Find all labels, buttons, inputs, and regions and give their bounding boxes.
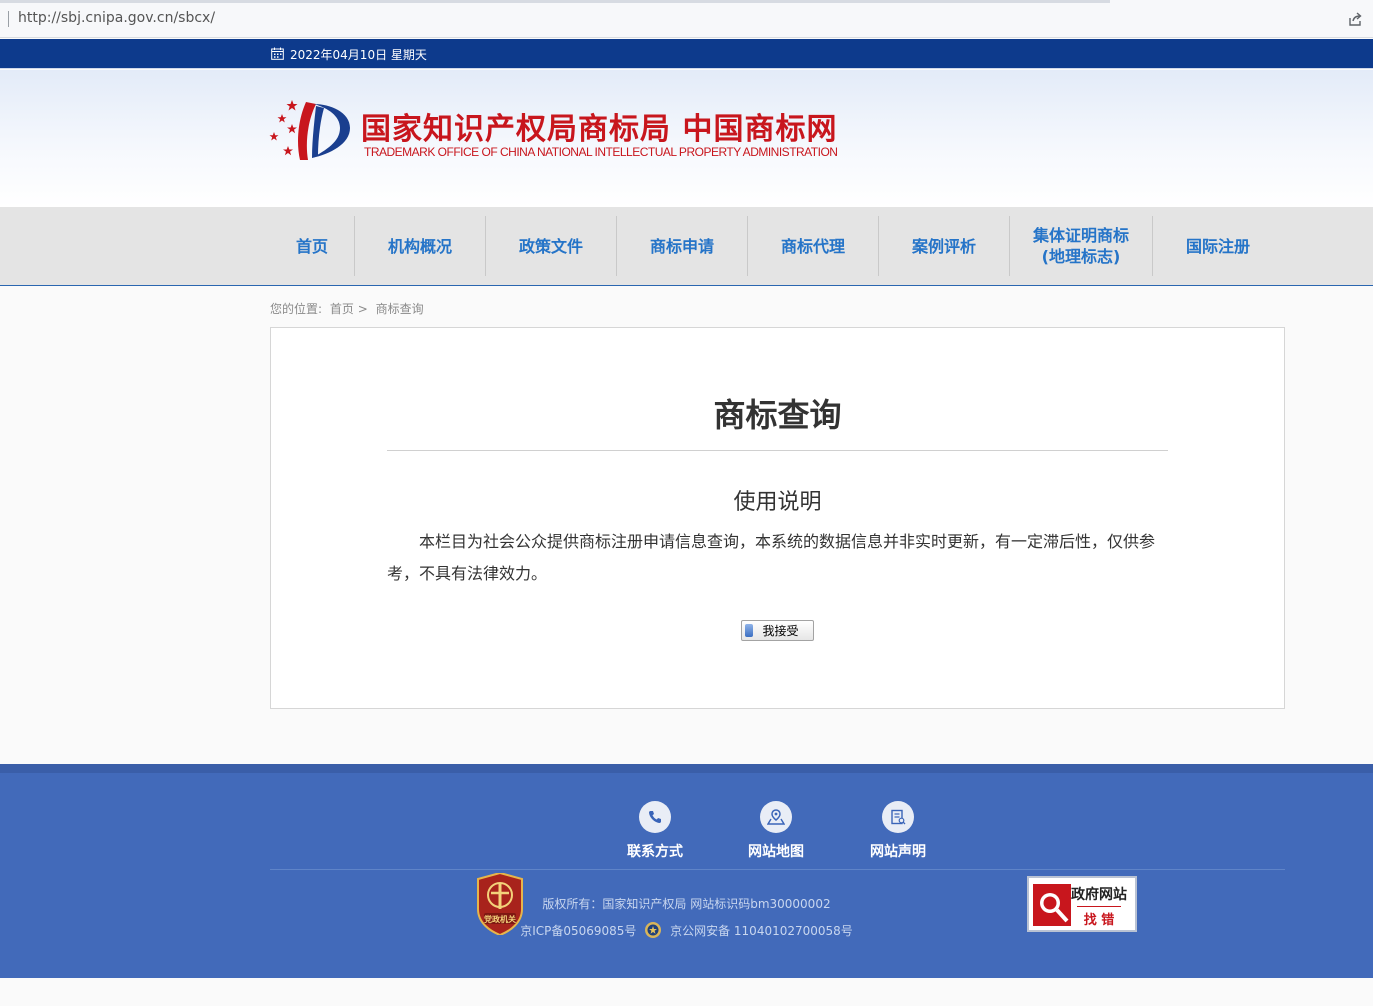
nav-label: 集体证明商标 (地理标志) — [1032, 226, 1129, 266]
nav-item-agency[interactable]: 商标代理 — [748, 216, 878, 276]
page-bottom-margin — [0, 978, 1373, 1006]
map-pin-icon — [760, 801, 792, 833]
nav-item-international[interactable]: 国际注册 — [1153, 216, 1283, 276]
nav-label: 首页 — [295, 236, 328, 256]
site-title-en: TRADEMARK OFFICE OF CHINA NATIONAL INTEL… — [364, 145, 838, 159]
nav-item-organization[interactable]: 机构概况 — [355, 216, 485, 276]
police-emblem-icon — [645, 922, 662, 938]
top-date-bar: 2022年04月10日 星期天 — [0, 39, 1373, 69]
title-divider — [387, 450, 1168, 451]
nav-label: 机构概况 — [387, 236, 452, 256]
address-divider — [8, 11, 9, 27]
nav-item-application[interactable]: 商标申请 — [617, 216, 747, 276]
footer-divider — [270, 869, 1285, 870]
police-record-link[interactable]: 京公网安备 11040102700058号 — [670, 924, 853, 938]
nav-label: 政策文件 — [518, 236, 583, 256]
footer-link-statement[interactable]: 网站声明 — [848, 801, 948, 861]
accept-button-label: 我接受 — [762, 624, 799, 638]
current-date: 2022年04月10日 星期天 — [290, 48, 427, 62]
nav-item-home[interactable]: 首页 — [270, 216, 354, 276]
nav-label: 商标申请 — [649, 236, 714, 256]
gov-website-error-report-badge[interactable]: 政府网站 找 错 — [1027, 876, 1137, 932]
icp-link[interactable]: 京ICP备05069085号 — [520, 924, 636, 938]
phone-icon — [639, 801, 671, 833]
browser-address-bar: http://sbj.cnipa.gov.cn/sbcx/ — [0, 0, 1373, 38]
address-url[interactable]: http://sbj.cnipa.gov.cn/sbcx/ — [18, 10, 215, 26]
nav-item-collective-marks[interactable]: 集体证明商标 (地理标志) — [1010, 216, 1152, 276]
footer-link-sitemap[interactable]: 网站地图 — [726, 801, 826, 861]
share-icon[interactable] — [1347, 11, 1363, 27]
magnifier-icon — [1033, 884, 1071, 926]
site-header: 国家知识产权局商标局 中国商标网 TRADEMARK OFFICE OF CHI… — [0, 70, 1373, 207]
accept-button[interactable]: 我接受 — [741, 620, 814, 641]
breadcrumb: 您的位置: 首页 > 商标查询 — [270, 300, 428, 317]
footer-link-contact[interactable]: 联系方式 — [605, 801, 705, 861]
nav-label: 国际注册 — [1185, 236, 1250, 256]
instructions-heading: 使用说明 — [733, 490, 822, 515]
gov-badge-title: 政府网站 — [1071, 887, 1127, 903]
instructions-text: 本栏目为社会公众提供商标注册申请信息查询，本系统的数据信息并非实时更新，有一定滞… — [387, 532, 1156, 583]
gov-badge-subtitle: 找 错 — [1077, 906, 1121, 928]
page-title: 商标查询 — [713, 396, 842, 434]
site-footer: 联系方式 网站地图 网站声明 党政机关 版权所有：国家知识产权局 网站标识码bm… — [0, 764, 1373, 978]
button-grip-icon — [745, 624, 753, 637]
footer-copyright: 版权所有：国家知识产权局 网站标识码bm30000002 — [542, 897, 831, 911]
breadcrumb-prefix: 您的位置: — [270, 302, 323, 316]
footer-link-label: 网站地图 — [748, 844, 804, 860]
breadcrumb-current: 商标查询 — [375, 302, 424, 316]
calendar-icon — [271, 47, 284, 60]
footer-link-label: 联系方式 — [627, 844, 683, 860]
breadcrumb-home-link[interactable]: 首页 > — [330, 302, 368, 316]
nav-label: 案例评析 — [911, 236, 976, 256]
document-icon — [882, 801, 914, 833]
footer-registration: 京ICP备05069085号 京公网安备 11040102700058号 — [0, 921, 1373, 939]
content-panel: 商标查询 使用说明 本栏目为社会公众提供商标注册申请信息查询，本系统的数据信息并… — [270, 327, 1285, 709]
nav-item-cases[interactable]: 案例评析 — [879, 216, 1009, 276]
cnipa-logo-icon[interactable] — [268, 98, 354, 164]
footer-link-label: 网站声明 — [870, 844, 926, 860]
nav-label: 商标代理 — [780, 236, 845, 256]
site-title-cn: 国家知识产权局商标局 中国商标网 — [361, 112, 838, 147]
nav-item-policy[interactable]: 政策文件 — [486, 216, 616, 276]
main-nav: 首页 机构概况 政策文件 商标申请 商标代理 案例评析 集体证明商标 (地理标志… — [0, 207, 1373, 286]
browser-tab-strip — [0, 0, 1110, 3]
